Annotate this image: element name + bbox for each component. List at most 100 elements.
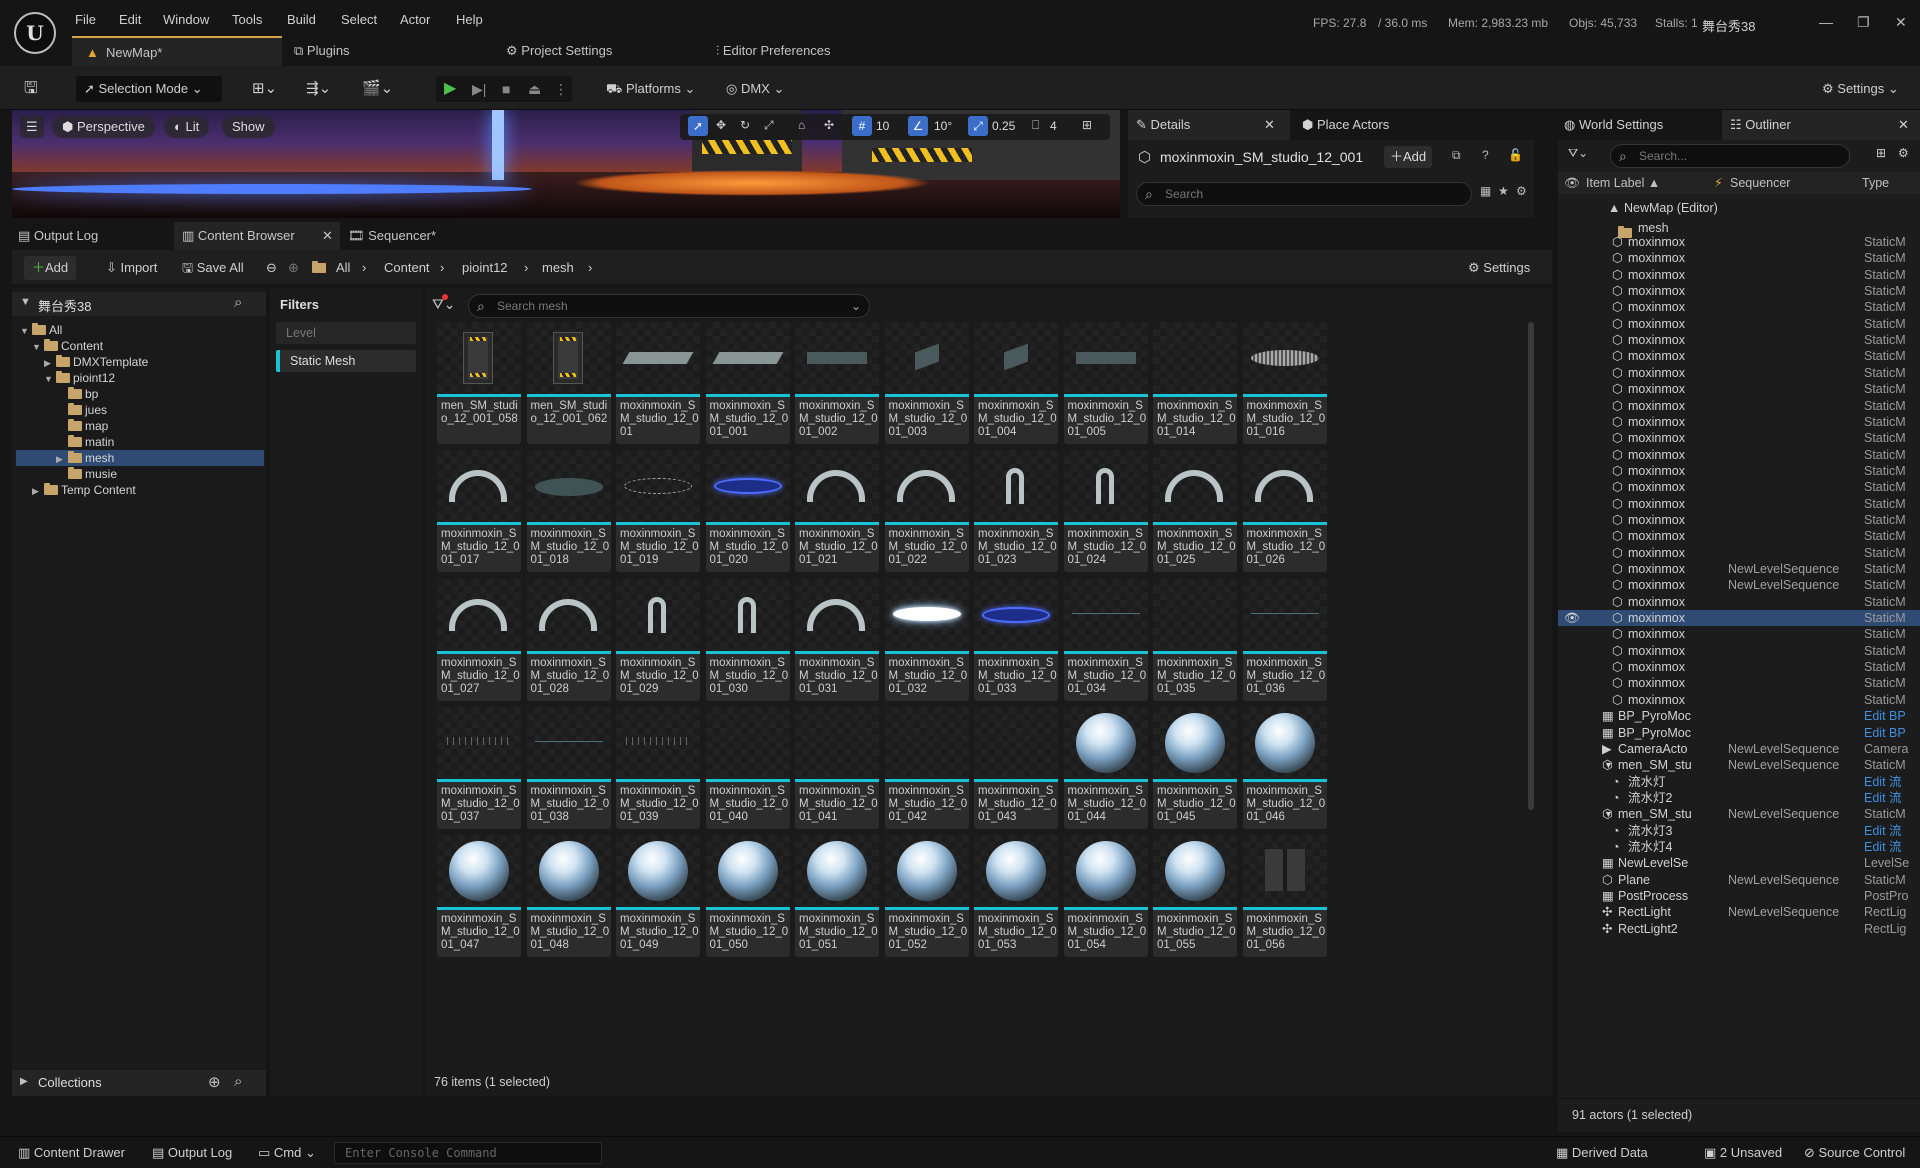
tab-project-settings[interactable]: ⚙ Project Settings — [506, 36, 612, 66]
asset-scrollbar[interactable] — [1528, 322, 1534, 810]
lock-icon[interactable]: 🔓 — [1508, 148, 1523, 162]
close-tab-icon[interactable]: ✕ — [1264, 110, 1275, 140]
tree-node-all[interactable]: ▼ All — [16, 322, 264, 338]
blueprint-icon[interactable]: ⇶⌄ — [306, 76, 331, 102]
breadcrumb-pioint12[interactable]: pioint12 — [462, 256, 508, 280]
column-type[interactable]: Type — [1862, 172, 1889, 194]
asset-tile[interactable]: moxinmoxin_SM_studio_12_001_053 — [974, 835, 1058, 958]
outliner-row[interactable]: ⬡ moxinmox StaticM — [1558, 675, 1920, 691]
outliner-row[interactable]: ⬡ moxinmox StaticM — [1558, 348, 1920, 364]
tab-content-browser[interactable]: ▥ Content Browser ✕ — [174, 222, 340, 250]
outliner-row[interactable]: ▦ BP_PyroMoc Edit BP — [1558, 708, 1920, 724]
collections-header[interactable]: ▶ Collections ⊕ ⌕ — [12, 1070, 266, 1096]
perspective-button[interactable]: ⬢ Perspective — [52, 116, 155, 138]
outliner-row[interactable]: ⬡ moxinmox StaticM — [1558, 299, 1920, 315]
table-view-icon[interactable]: ▦ — [1480, 184, 1491, 198]
asset-tile[interactable]: moxinmoxin_SM_studio_12_001_020 — [705, 450, 790, 573]
tree-node-content[interactable]: ▼ Content — [16, 338, 264, 354]
asset-tile[interactable]: moxinmoxin_SM_studio_12_001_050 — [705, 835, 790, 958]
tree-node-matin[interactable]: matin — [16, 434, 264, 450]
tree-node-jues[interactable]: jues — [16, 402, 264, 418]
outliner-row[interactable]: ▦ NewLevelSe LevelSe — [1558, 855, 1920, 871]
angle-snap-value[interactable]: 10° — [934, 119, 952, 133]
breadcrumb-content[interactable]: Content — [384, 256, 430, 280]
add-button[interactable]: ＋Add — [24, 256, 77, 280]
asset-tile[interactable]: moxinmoxin_SM_studio_12_001_056 — [1242, 835, 1327, 958]
rotate-tool-icon[interactable]: ↻ — [740, 118, 750, 132]
asset-tile[interactable]: moxinmoxin_SM_studio_12_001_018 — [526, 450, 611, 573]
menu-edit[interactable]: Edit — [119, 12, 141, 27]
tree-arrow-icon[interactable]: ▼ — [20, 323, 32, 339]
asset-tile[interactable]: moxinmoxin_SM_studio_12_001_042 — [884, 706, 969, 829]
asset-tile[interactable]: moxinmoxin_SM_studio_12_001_002 — [795, 322, 879, 444]
step-icon[interactable]: ▶| — [472, 76, 486, 102]
outliner-row[interactable]: ⬡ moxinmox StaticM — [1558, 692, 1920, 708]
tree-arrow-icon[interactable]: ▶ — [56, 451, 68, 467]
tab-world-settings[interactable]: ◍ World Settings — [1558, 110, 1716, 140]
outliner-row[interactable]: ⬡ moxinmox StaticM — [1558, 316, 1920, 332]
asset-tile[interactable]: moxinmoxin_SM_studio_12_001_025 — [1153, 450, 1237, 573]
lit-button[interactable]: ◐ Lit — [164, 116, 210, 138]
content-drawer-button[interactable]: ▥ Content Drawer — [18, 1145, 125, 1161]
filter-icon[interactable]: ⛛⌄ — [1568, 146, 1588, 161]
tree-node-mesh[interactable]: ▶ mesh — [16, 450, 264, 466]
asset-tile[interactable]: moxinmoxin_SM_studio_12_001_040 — [705, 706, 790, 829]
outliner-row-type[interactable]: Edit 流 — [1864, 774, 1902, 790]
save-all-button[interactable]: 🖫 Save All — [182, 256, 244, 280]
show-button[interactable]: Show — [222, 116, 275, 138]
scale-snap-icon[interactable]: ⤢ — [968, 116, 988, 136]
collapse-icon[interactable]: ▼ — [20, 296, 31, 308]
outliner-row[interactable]: 👁 ⬡ moxinmox StaticM — [1558, 610, 1920, 627]
asset-tile[interactable]: moxinmoxin_SM_studio_12_001_024 — [1063, 450, 1148, 573]
folder-icon[interactable] — [312, 256, 329, 280]
menu-file[interactable]: File — [75, 12, 96, 27]
grid-snap-value[interactable]: 10 — [876, 119, 889, 133]
asset-tile[interactable]: moxinmoxin_SM_studio_12_001_035 — [1153, 578, 1237, 701]
tree-node-temp-content[interactable]: ▶ Temp Content — [16, 482, 264, 498]
outliner-row[interactable]: ⬡ moxinmox StaticM — [1558, 659, 1920, 675]
asset-tile[interactable]: moxinmoxin_SM_studio_12_001_049 — [616, 835, 700, 958]
outliner-row[interactable]: ✣ RectLight2 RectLig — [1558, 921, 1920, 937]
menu-build[interactable]: Build — [287, 12, 316, 27]
asset-tile[interactable]: moxinmoxin_SM_studio_12_001_034 — [1063, 578, 1148, 701]
outliner-row[interactable]: ⬡ moxinmox StaticM — [1558, 643, 1920, 659]
asset-tile[interactable]: moxinmoxin_SM_studio_12_001_033 — [974, 578, 1058, 701]
asset-tile[interactable]: moxinmoxin_SM_studio_12_001_014 — [1153, 322, 1237, 444]
asset-tile[interactable]: moxinmoxin_SM_studio_12_001_041 — [795, 706, 879, 829]
tree-arrow-icon[interactable]: ▼ — [32, 339, 44, 355]
gear-icon[interactable]: ⚙ — [1898, 146, 1909, 160]
add-folder-icon[interactable]: ⊞ — [1876, 146, 1886, 160]
asset-tile[interactable]: moxinmoxin_SM_studio_12_001_054 — [1063, 835, 1148, 958]
asset-tile[interactable]: moxinmoxin_SM_studio_12_001_051 — [795, 835, 879, 958]
tab-details[interactable]: ✎ Details ✕ — [1128, 110, 1290, 140]
breadcrumb-all[interactable]: All — [336, 256, 350, 280]
menu-help[interactable]: Help — [456, 12, 483, 27]
tree-arrow-icon[interactable]: ▼ — [44, 371, 56, 387]
eject-icon[interactable]: ⏏ — [528, 76, 541, 102]
camera-speed-value[interactable]: 4 — [1050, 119, 1057, 133]
asset-tile[interactable]: moxinmoxin_SM_studio_12_001_045 — [1153, 706, 1237, 829]
asset-tile[interactable]: moxinmoxin_SM_studio_12_001_023 — [974, 450, 1058, 573]
asset-tile[interactable]: moxinmoxin_SM_studio_12_001_032 — [884, 578, 969, 701]
outliner-row[interactable]: ⬡ moxinmox StaticM — [1558, 479, 1920, 495]
asset-tile[interactable]: moxinmoxin_SM_studio_12_001_026 — [1242, 450, 1327, 573]
close-window-icon[interactable]: ✕ — [1895, 14, 1907, 31]
derived-data-button[interactable]: ▦ Derived Data — [1556, 1145, 1648, 1161]
outliner-row-type[interactable]: Edit BP — [1864, 725, 1906, 741]
minimize-icon[interactable]: — — [1819, 14, 1833, 30]
outliner-row[interactable]: ⬡ moxinmox StaticM — [1558, 234, 1920, 250]
import-button[interactable]: ⇩ Import — [106, 256, 157, 280]
asset-tile[interactable]: moxinmoxin_SM_studio_12_001_022 — [884, 450, 969, 573]
outliner-row[interactable]: ⬡ moxinmox StaticM — [1558, 414, 1920, 430]
gear-icon[interactable]: ⚙ — [1516, 184, 1527, 198]
search-icon[interactable]: ⌕ — [234, 294, 242, 311]
asset-tile[interactable]: moxinmoxin_SM_studio_12_001_004 — [974, 322, 1058, 444]
asset-tile[interactable]: moxinmoxin_SM_studio_12_001_043 — [974, 706, 1058, 829]
level-viewport[interactable]: ☰ ⬢ Perspective ◐ Lit Show ➚ ✥ ↻ ⤢ ⌂ ✣ #… — [12, 110, 1120, 218]
asset-tile[interactable]: men_SM_studio_12_001_058 — [437, 322, 521, 444]
add-collection-icon[interactable]: ⊕ — [208, 1073, 221, 1091]
menu-select[interactable]: Select — [341, 12, 377, 27]
asset-tile[interactable]: moxinmoxin_SM_studio_12_001_037 — [437, 706, 521, 829]
tab-outliner[interactable]: ☷ Outliner ✕ — [1722, 110, 1920, 140]
outliner-row[interactable]: ◔ 流水灯2 Edit 流 — [1558, 790, 1920, 806]
